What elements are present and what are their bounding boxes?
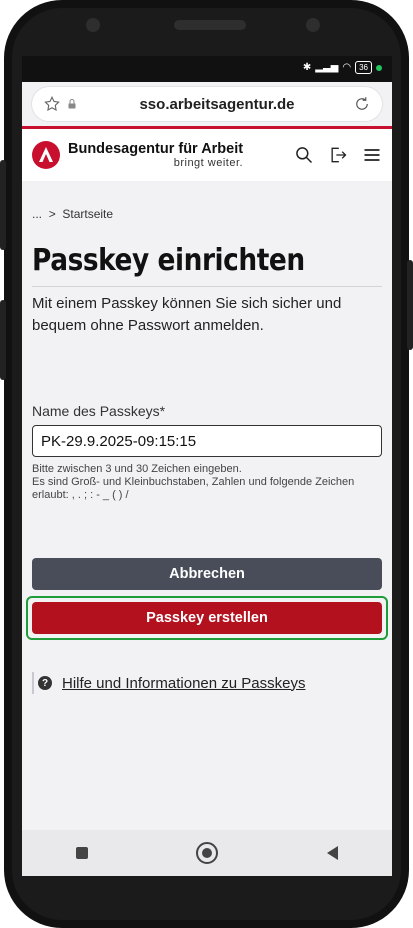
- screen: ✱ ▂▃▅ ◠ 36 sso.arbeitsagentur.de Bundesa…: [22, 56, 392, 876]
- bluetooth-icon: ✱: [302, 62, 312, 73]
- passkey-name-input[interactable]: PK-29.9.2025-09:15:15: [32, 425, 382, 457]
- input-hint: Bitte zwischen 3 und 30 Zeichen eingeben…: [32, 463, 382, 502]
- passkey-name-label: Name des Passkeys*: [32, 403, 166, 419]
- power-button: [407, 260, 413, 350]
- volume-button: [0, 160, 6, 250]
- url-text[interactable]: sso.arbeitsagentur.de: [82, 96, 352, 113]
- search-icon[interactable]: [294, 145, 314, 165]
- privacy-dot: [376, 64, 382, 71]
- help-icon: ?: [38, 676, 52, 690]
- brand-tagline: bringt weiter.: [173, 157, 244, 169]
- brand-name: Bundesagentur für Arbeit: [68, 141, 244, 157]
- page-title: Passkey einrichten: [32, 243, 305, 278]
- browser-toolbar: sso.arbeitsagentur.de: [22, 82, 392, 126]
- breadcrumb-ellipsis[interactable]: ...: [32, 207, 42, 221]
- breadcrumb-separator: >: [48, 207, 56, 221]
- android-nav-bar: [22, 830, 392, 876]
- cancel-button[interactable]: Abbrechen: [32, 558, 382, 590]
- hint-line-2: Es sind Groß- und Kleinbuchstaben, Zahle…: [32, 476, 355, 501]
- star-icon[interactable]: [42, 94, 62, 114]
- site-header: Bundesagentur für Arbeit bringt weiter.: [22, 129, 392, 181]
- login-icon[interactable]: [328, 145, 348, 165]
- create-passkey-button[interactable]: Passkey erstellen: [32, 602, 382, 634]
- help-section: ? Hilfe und Informationen zu Passkeys: [32, 672, 382, 694]
- recents-icon[interactable]: [76, 847, 89, 859]
- battery-icon: 36: [355, 61, 372, 74]
- wifi-icon: ◠: [342, 62, 352, 73]
- side-button: [0, 300, 6, 380]
- logo-icon: [32, 141, 60, 169]
- menu-icon[interactable]: [362, 145, 382, 165]
- home-icon[interactable]: [196, 842, 219, 864]
- back-icon[interactable]: [326, 846, 338, 860]
- main-content: ... > Startseite Passkey einrichten Mit …: [22, 181, 392, 694]
- help-link[interactable]: Hilfe und Informationen zu Passkeys: [62, 675, 305, 692]
- front-camera: [86, 18, 100, 32]
- hint-line-1: Bitte zwischen 3 und 30 Zeichen eingeben…: [32, 463, 242, 475]
- front-sensor: [306, 18, 320, 32]
- create-button-highlight: Passkey erstellen: [26, 596, 388, 640]
- intro-text: Mit einem Passkey können Sie sich sicher…: [32, 295, 342, 334]
- breadcrumb-current[interactable]: Startseite: [62, 207, 113, 221]
- earpiece-speaker: [174, 20, 246, 30]
- lock-icon: [62, 94, 82, 114]
- signal-icon: ▂▃▅: [315, 62, 339, 73]
- title-divider: [32, 286, 382, 287]
- address-bar[interactable]: sso.arbeitsagentur.de: [32, 87, 382, 121]
- status-bar: ✱ ▂▃▅ ◠ 36: [22, 56, 392, 82]
- reload-icon[interactable]: [352, 94, 372, 114]
- brand-logo[interactable]: Bundesagentur für Arbeit bringt weiter.: [32, 141, 294, 169]
- breadcrumb: ... > Startseite: [32, 181, 382, 223]
- status-icons: ✱ ▂▃▅ ◠ 36: [303, 61, 382, 74]
